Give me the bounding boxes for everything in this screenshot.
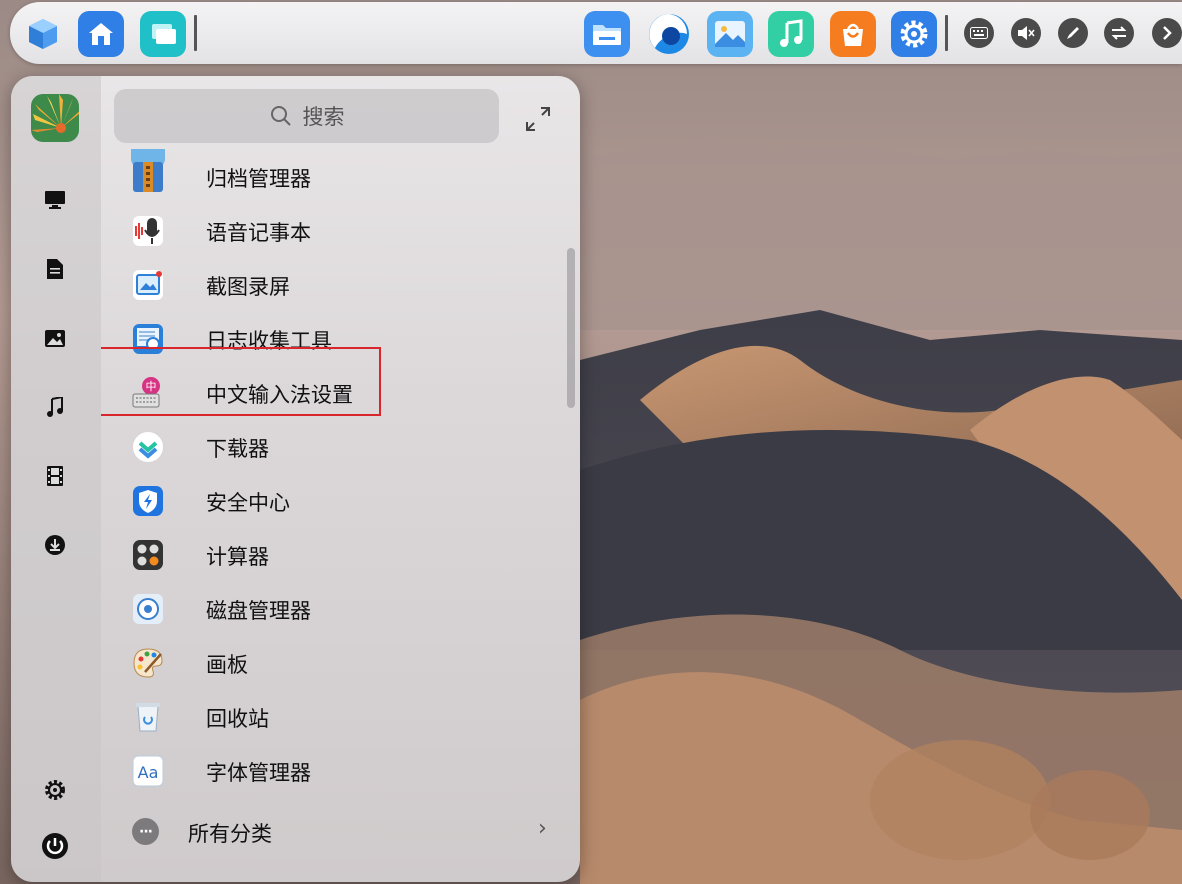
power-icon[interactable] bbox=[41, 832, 69, 860]
swap-icon[interactable] bbox=[1104, 18, 1134, 48]
mute-icon[interactable] bbox=[1011, 18, 1041, 48]
app-label: 截图录屏 bbox=[206, 275, 290, 299]
app-label: 安全中心 bbox=[206, 491, 290, 515]
app-list: 归档管理器 语音记事本 截图录屏 日志收集工具 中 中文输入法设置 下载器 安全… bbox=[101, 149, 571, 809]
list-item[interactable]: 语音记事本 bbox=[101, 203, 571, 257]
screenshot-recorder-icon bbox=[131, 268, 165, 302]
trash-icon bbox=[131, 700, 165, 734]
multitask-view-icon[interactable] bbox=[140, 11, 186, 57]
app-label: 计算器 bbox=[206, 545, 269, 569]
all-categories-label: 所有分类 bbox=[188, 822, 272, 846]
keyboard-icon[interactable] bbox=[964, 18, 994, 48]
voice-notes-icon bbox=[131, 214, 165, 248]
list-item-selected[interactable]: 截图录屏 bbox=[101, 257, 571, 311]
image-icon[interactable] bbox=[41, 324, 69, 352]
disk-manager-icon bbox=[131, 592, 165, 626]
app-label: 字体管理器 bbox=[206, 761, 311, 785]
tray-separator bbox=[945, 15, 948, 51]
svg-text:Aa: Aa bbox=[138, 763, 159, 782]
calculator-icon bbox=[131, 538, 165, 572]
security-center-icon bbox=[131, 484, 165, 518]
download-icon[interactable] bbox=[41, 531, 69, 559]
search-input[interactable]: 搜索 bbox=[114, 89, 499, 143]
font-manager-icon: Aa bbox=[131, 754, 165, 788]
app-label: 语音记事本 bbox=[206, 221, 311, 245]
app-label: 磁盘管理器 bbox=[206, 599, 311, 623]
app-label: 归档管理器 bbox=[206, 167, 311, 191]
list-item[interactable]: Aa 字体管理器 bbox=[101, 743, 571, 797]
list-item[interactable]: 安全中心 bbox=[101, 473, 571, 527]
downloader-icon bbox=[131, 430, 165, 464]
search-placeholder: 搜索 bbox=[302, 105, 345, 129]
monitor-icon[interactable] bbox=[41, 186, 69, 214]
settings-icon[interactable] bbox=[891, 11, 937, 57]
list-item[interactable]: 画板 bbox=[101, 635, 571, 689]
list-item[interactable]: 回收站 bbox=[101, 689, 571, 743]
all-categories-button[interactable]: ··· 所有分类 › bbox=[101, 804, 571, 860]
app-label: 画板 bbox=[206, 653, 248, 677]
app-label: 回收站 bbox=[206, 707, 269, 731]
search-icon bbox=[270, 106, 291, 126]
selection-highlight-box bbox=[101, 347, 381, 416]
cube-launcher-icon[interactable] bbox=[20, 11, 66, 57]
chevron-right-icon: › bbox=[538, 816, 547, 841]
list-item[interactable]: 磁盘管理器 bbox=[101, 581, 571, 635]
home-icon[interactable] bbox=[78, 11, 124, 57]
taskbar-separator bbox=[194, 15, 197, 51]
film-icon[interactable] bbox=[41, 462, 69, 490]
music-note-icon[interactable] bbox=[41, 393, 69, 421]
expand-fullscreen-icon[interactable] bbox=[523, 104, 553, 134]
list-item[interactable]: 归档管理器 bbox=[101, 149, 571, 203]
app-label: 下载器 bbox=[206, 437, 269, 461]
file-manager-icon[interactable] bbox=[584, 11, 630, 57]
draw-board-icon bbox=[131, 646, 165, 680]
pen-icon[interactable] bbox=[1058, 18, 1088, 48]
more-dots-icon: ··· bbox=[132, 818, 159, 845]
settings-gear-icon[interactable] bbox=[41, 776, 69, 804]
start-menu: 搜索 归档管理器 语音记事本 截图录屏 日志收集工具 中 中文输入法设置 下载器… bbox=[11, 76, 580, 882]
browser-icon[interactable] bbox=[646, 11, 692, 57]
menu-sidebar bbox=[11, 76, 101, 882]
app-store-icon[interactable] bbox=[830, 11, 876, 57]
photos-icon[interactable] bbox=[707, 11, 753, 57]
avatar[interactable] bbox=[31, 94, 79, 142]
archive-manager-icon bbox=[131, 160, 165, 194]
scrollbar[interactable] bbox=[567, 248, 575, 408]
chevron-right-icon[interactable] bbox=[1152, 18, 1182, 48]
list-item[interactable]: 计算器 bbox=[101, 527, 571, 581]
document-icon[interactable] bbox=[41, 255, 69, 283]
list-item[interactable]: 下载器 bbox=[101, 419, 571, 473]
music-icon[interactable] bbox=[768, 11, 814, 57]
taskbar bbox=[10, 2, 1182, 64]
